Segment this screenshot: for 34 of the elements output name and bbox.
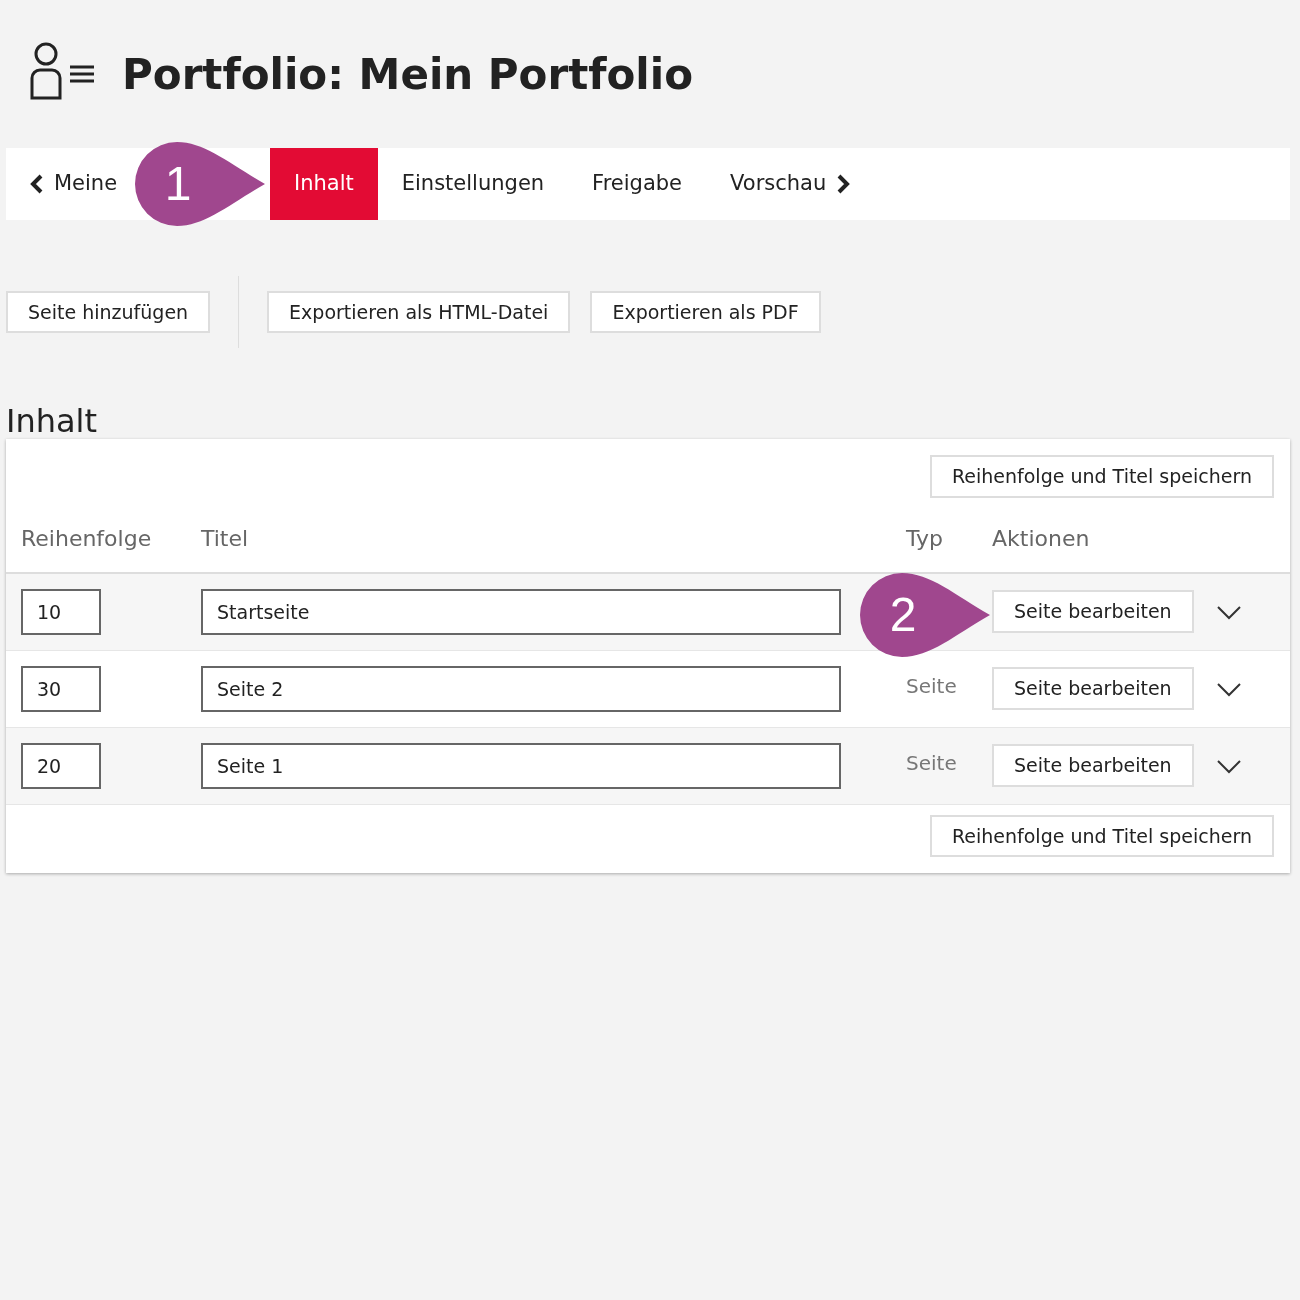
column-header: Typ (906, 526, 943, 552)
chevron-down-icon[interactable] (1215, 757, 1242, 774)
tab[interactable]: Inhalt (270, 148, 378, 220)
column-header: Aktionen (992, 526, 1090, 552)
column-header: Titel (201, 526, 249, 552)
edit-page-button[interactable]: Seite bearbeiten (992, 744, 1194, 787)
edit-page-button[interactable]: Seite bearbeiten (992, 667, 1194, 710)
edit-page-button[interactable]: Seite bearbeiten (992, 590, 1194, 633)
section-heading: Inhalt (6, 404, 99, 440)
chevron-right-icon (836, 174, 851, 194)
callout-marker: 1 (135, 142, 265, 226)
order-field[interactable]: 20 (21, 742, 101, 789)
chevron-down-icon[interactable] (1215, 603, 1242, 620)
save-order-button[interactable]: Reihenfolge und Titel speichern (929, 814, 1274, 858)
chevron-down-icon[interactable] (1215, 680, 1242, 697)
toolbar-button[interactable]: Exportieren als PDF (590, 290, 821, 334)
title-field[interactable]: Seite 1 (201, 742, 841, 789)
save-order-button[interactable]: Reihenfolge und Titel speichern (929, 455, 1274, 498)
tab[interactable]: Freigabe (568, 148, 707, 220)
column-header: Reihenfolge (21, 526, 152, 552)
title-field[interactable]: Startseite (201, 588, 841, 635)
callout-marker: 2 (860, 573, 990, 657)
page-type: Seite (906, 673, 957, 701)
toolbar-button[interactable]: Seite hinzufügen (6, 290, 211, 334)
order-field[interactable]: 30 (21, 665, 101, 712)
chevron-left-icon (30, 174, 44, 194)
page-type: Seite (906, 750, 957, 778)
toolbar-button[interactable]: Exportieren als HTML-Datei (267, 290, 571, 334)
order-field[interactable]: 10 (21, 588, 101, 635)
tab[interactable]: Einstellungen (377, 148, 569, 220)
title-field[interactable]: Seite 2 (201, 665, 841, 712)
page-title: Portfolio: Mein Portfolio (122, 49, 694, 100)
tab[interactable]: Meine (18, 148, 135, 220)
tab[interactable]: Vorschau (706, 148, 875, 220)
